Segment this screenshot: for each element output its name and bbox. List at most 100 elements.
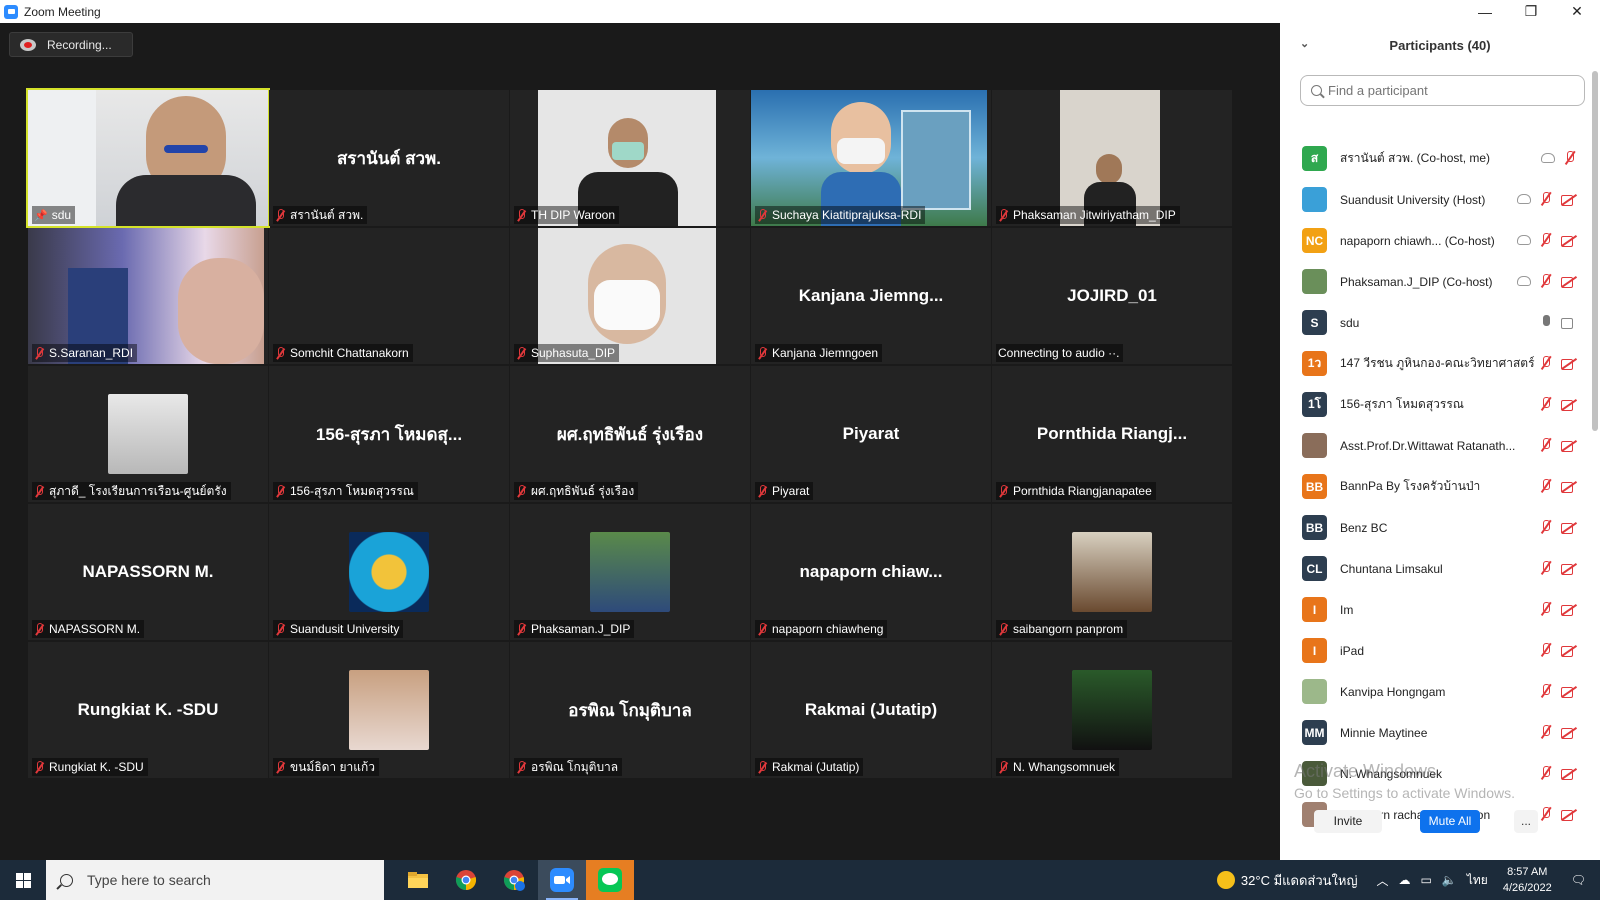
participant-video-tile[interactable]: Suphasuta_DIP — [510, 228, 750, 364]
invite-button[interactable]: Invite — [1314, 809, 1382, 833]
participant-row[interactable]: Suandusit University (Host) — [1280, 179, 1585, 220]
muted-mic-icon[interactable] — [1539, 642, 1553, 658]
participant-video-tile[interactable]: สรานันต์ สวพ. สรานันต์ สวพ. — [269, 90, 509, 226]
camera-off-icon[interactable] — [1561, 727, 1577, 739]
muted-mic-icon[interactable] — [1539, 232, 1553, 248]
participant-video-tile[interactable]: N. Whangsomnuek — [992, 642, 1232, 778]
network-icon[interactable]: ▭ — [1421, 873, 1432, 887]
participant-row[interactable]: CL Chuntana Limsakul — [1280, 548, 1585, 589]
camera-off-icon[interactable] — [1561, 276, 1577, 288]
recording-indicator[interactable]: Recording... — [9, 32, 133, 57]
participant-video-tile[interactable]: อรพิณ โกมุติบาล อรพิณ โกมุติบาล — [510, 642, 750, 778]
participant-row[interactable]: 1โ 156-สุรภา โหมดสุวรรณ — [1280, 384, 1585, 425]
camera-off-icon[interactable] — [1561, 686, 1577, 698]
participant-row[interactable]: NC napaporn chiawh... (Co-host) — [1280, 220, 1585, 261]
camera-off-icon[interactable] — [1561, 563, 1577, 575]
participant-video-tile[interactable]: ขนม์ธิดา ยาแก้ว — [269, 642, 509, 778]
camera-off-icon[interactable] — [1561, 522, 1577, 534]
muted-mic-icon[interactable] — [1539, 724, 1553, 740]
participant-video-tile[interactable]: Rungkiat K. -SDU Rungkiat K. -SDU — [28, 642, 268, 778]
participant-video-tile[interactable]: Phaksaman Jitwiriyatham_DIP — [992, 90, 1232, 226]
volume-icon[interactable]: 🔈 — [1442, 873, 1457, 887]
participant-video-tile[interactable]: Rakmai (Jutatip) Rakmai (Jutatip) — [751, 642, 991, 778]
camera-off-icon[interactable] — [1561, 440, 1577, 452]
participant-video-tile[interactable]: Pornthida Riangj... Pornthida Riangjanapa… — [992, 366, 1232, 502]
line-app[interactable] — [586, 860, 634, 900]
camera-off-icon[interactable] — [1561, 399, 1577, 411]
participant-video-tile[interactable]: Somchit Chattanakorn — [269, 228, 509, 364]
participant-row[interactable]: MM Minnie Maytinee — [1280, 712, 1585, 753]
participant-video-tile[interactable]: JOJIRD_01 Connecting to audio ··. — [992, 228, 1232, 364]
minimize-button[interactable]: — — [1462, 0, 1508, 23]
chevron-up-icon[interactable]: ︿ — [1377, 872, 1389, 889]
collapse-chevron-icon[interactable]: ⌄ — [1300, 37, 1309, 50]
participant-row[interactable]: BB Benz BC — [1280, 507, 1585, 548]
participant-video-tile[interactable]: สุภาดี_ โรงเรียนการเรือน-ศูนย์ตรัง — [28, 366, 268, 502]
participant-video-tile[interactable]: S.Saranan_RDI — [28, 228, 268, 364]
mute-all-button[interactable]: Mute All — [1420, 809, 1480, 833]
participant-video-tile[interactable]: TH DIP Waroon — [510, 90, 750, 226]
participant-video-tile[interactable]: Suandusit University — [269, 504, 509, 640]
close-button[interactable]: ✕ — [1554, 0, 1600, 23]
camera-off-icon[interactable] — [1561, 235, 1577, 247]
muted-mic-icon[interactable] — [1563, 150, 1577, 166]
participant-row[interactable]: Phaksaman.J_DIP (Co-host) — [1280, 261, 1585, 302]
participant-row[interactable]: ส สรานันต์ สวพ. (Co-host, me) — [1280, 138, 1585, 179]
participant-video-tile[interactable]: 156-สุรภา โหมดสุ... 156-สุรภา โหมดสุวรรณ — [269, 366, 509, 502]
mic-icon[interactable] — [1539, 314, 1553, 330]
participant-search[interactable] — [1300, 75, 1585, 106]
participant-video-tile[interactable]: Kanjana Jiemng... Kanjana Jiemngoen — [751, 228, 991, 364]
participant-row[interactable]: IiPad — [1280, 630, 1585, 671]
participant-row[interactable]: Ssdu — [1280, 302, 1585, 343]
camera-off-icon[interactable] — [1561, 358, 1577, 370]
participant-video-tile[interactable]: 📌 sdu — [26, 88, 270, 228]
camera-off-icon[interactable] — [1561, 481, 1577, 493]
participant-video-tile[interactable]: NAPASSORN M. NAPASSORN M. — [28, 504, 268, 640]
zoom-taskbar-app[interactable] — [538, 860, 586, 900]
caption-text: ขนม์ธิดา ยาแก้ว — [290, 759, 376, 774]
chrome-profile-app[interactable] — [490, 860, 538, 900]
weather-widget[interactable]: 32°C มีแดดส่วนใหญ่ — [1216, 870, 1358, 891]
camera-off-icon[interactable] — [1561, 645, 1577, 657]
muted-mic-icon[interactable] — [1539, 601, 1553, 617]
chrome-app[interactable] — [442, 860, 490, 900]
participant-video-tile[interactable]: Piyarat Piyarat — [751, 366, 991, 502]
cloud-icon[interactable]: ☁ — [1399, 873, 1411, 887]
restore-button[interactable]: ❐ — [1508, 0, 1554, 23]
muted-mic-icon[interactable] — [1539, 683, 1553, 699]
muted-mic-icon[interactable] — [1539, 437, 1553, 453]
clock[interactable]: 8:57 AM 4/26/2022 — [1503, 864, 1552, 896]
muted-mic-icon[interactable] — [1539, 396, 1553, 412]
muted-mic-icon[interactable] — [1539, 765, 1553, 781]
participant-video-tile[interactable]: Phaksaman.J_DIP — [510, 504, 750, 640]
muted-mic-icon[interactable] — [1539, 191, 1553, 207]
participant-row[interactable]: I Im — [1280, 589, 1585, 630]
camera-off-icon[interactable] — [1561, 194, 1577, 206]
muted-mic-icon[interactable] — [1539, 478, 1553, 494]
participant-video-tile[interactable]: saibangorn panprom — [992, 504, 1232, 640]
camera-off-icon[interactable] — [1561, 768, 1577, 780]
participant-search-input[interactable] — [1328, 83, 1578, 98]
muted-mic-icon[interactable] — [1539, 519, 1553, 535]
muted-mic-icon[interactable] — [1539, 560, 1553, 576]
camera-icon[interactable] — [1561, 317, 1577, 329]
participant-video-tile[interactable]: ผศ.ฤทธิพันธ์ รุ่งเรือง ผศ.ฤทธิพันธ์ รุ่งเ… — [510, 366, 750, 502]
participant-row[interactable]: 1ว 147 วีรชน ภูหินกอง-คณะวิทยาศาสตร์ — [1280, 343, 1585, 384]
participant-list-scrollbar[interactable] — [1592, 71, 1598, 431]
notifications-icon[interactable]: 🗨 — [1571, 873, 1586, 887]
more-options-button[interactable]: ... — [1514, 809, 1538, 833]
participant-avatar — [349, 670, 429, 750]
participant-row[interactable]: BB BannPa By โรงครัวบ้านป่า — [1280, 466, 1585, 507]
participant-row[interactable]: Asst.Prof.Dr.Wittawat Ratanath... — [1280, 425, 1585, 466]
file-explorer-app[interactable] — [394, 860, 442, 900]
participant-video-tile[interactable]: Suchaya Kiatitiprajuksa-RDI — [751, 90, 991, 226]
participant-video-tile[interactable]: napaporn chiaw... napaporn chiawheng — [751, 504, 991, 640]
taskbar-search[interactable]: Type here to search — [46, 860, 384, 900]
start-button[interactable] — [0, 860, 46, 900]
participant-row[interactable]: Kanvipa Hongngam — [1280, 671, 1585, 712]
participant-avatar: I — [1302, 638, 1327, 663]
language-indicator[interactable]: ไทย — [1467, 871, 1488, 890]
muted-mic-icon[interactable] — [1539, 273, 1553, 289]
muted-mic-icon[interactable] — [1539, 355, 1553, 371]
camera-off-icon[interactable] — [1561, 604, 1577, 616]
